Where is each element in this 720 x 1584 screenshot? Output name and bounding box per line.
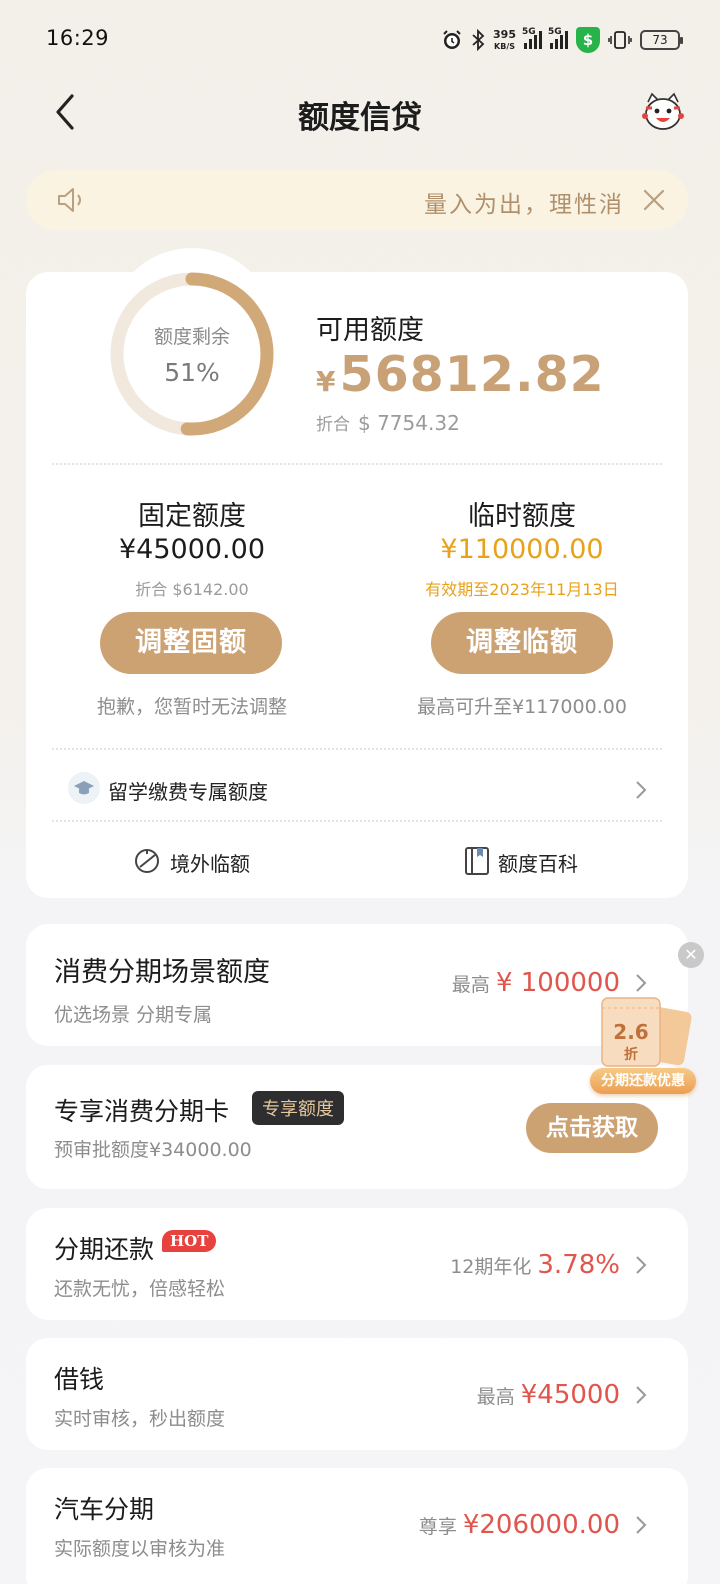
exclusive-tag: 专享额度	[252, 1091, 344, 1125]
close-notice-button[interactable]	[642, 188, 666, 212]
scene-value: ¥ 100000	[495, 968, 620, 998]
customer-service-mascot-icon[interactable]	[640, 92, 686, 134]
car-prefix: 尊享	[418, 1516, 457, 1538]
close-icon	[643, 189, 665, 211]
signal-icon-2: 5G	[548, 27, 568, 49]
chevron-right-icon	[636, 1516, 647, 1534]
speaker-icon	[56, 186, 86, 214]
borrow-prefix: 最高	[476, 1386, 515, 1408]
scene-prefix: 最高	[451, 974, 490, 996]
promo-label: 分期还款优惠	[590, 1068, 696, 1094]
divider	[52, 748, 662, 750]
wiki-label: 额度百科	[498, 852, 578, 876]
car-right: 尊享 ¥206000.00	[419, 1510, 620, 1540]
borrow-right: 最高 ¥45000	[477, 1380, 620, 1410]
equiv-prefix: 折合	[316, 415, 350, 435]
divider	[52, 463, 662, 465]
chevron-right-icon	[636, 1386, 647, 1404]
vibrate-icon	[608, 30, 632, 50]
equiv-amount: $ 7754.32	[358, 411, 460, 435]
chevron-right-icon	[636, 974, 647, 992]
borrow-value: ¥45000	[520, 1380, 620, 1410]
status-icons: 395 KB/S 5G 5G $ 73	[441, 26, 683, 54]
fixed-limit-equiv: 折合 $6142.00	[135, 580, 249, 599]
scene-sub: 优选场景 分期专属	[54, 1004, 213, 1026]
hot-badge: HOT	[162, 1230, 217, 1252]
security-shield-icon: $	[576, 27, 600, 53]
book-icon	[465, 847, 489, 875]
car-title: 汽车分期	[54, 1495, 155, 1524]
remaining-limit-ring	[110, 272, 274, 436]
ring-label: 额度剩余	[153, 326, 230, 348]
borrow-sub: 实时审核，秒出额度	[54, 1408, 226, 1430]
bluetooth-icon	[471, 29, 485, 51]
available-limit-label: 可用额度	[316, 315, 424, 346]
study-abroad-label: 留学缴费专属额度	[108, 780, 268, 804]
car-sub: 实际额度以审核为准	[54, 1538, 226, 1560]
adjust-temp-button[interactable]: 调整临额	[431, 612, 613, 674]
installment-value: 3.78%	[537, 1250, 620, 1280]
available-amount-value: 56812.82	[339, 346, 605, 403]
car-value: ¥206000.00	[462, 1510, 620, 1540]
chevron-right-icon	[636, 1256, 647, 1274]
borrow-title: 借钱	[54, 1365, 105, 1394]
graduation-cap-icon	[68, 772, 100, 804]
get-card-button[interactable]: 点击获取	[526, 1103, 658, 1153]
battery-icon: 73	[640, 30, 683, 50]
notice-text: 量入为出，理性消	[424, 192, 624, 218]
promo-discount: 2.6	[613, 1020, 649, 1044]
scene-title: 消费分期场景额度	[54, 957, 270, 988]
signal-icon: 5G	[522, 27, 542, 49]
temp-limit-validity: 有效期至2023年11月13日	[425, 580, 619, 599]
fixed-limit-title: 固定额度	[138, 501, 246, 532]
exclusive-title: 专享消费分期卡	[54, 1097, 230, 1126]
divider	[52, 820, 662, 822]
alarm-icon	[441, 29, 463, 51]
chevron-right-icon	[636, 781, 647, 799]
installment-title: 分期还款	[54, 1235, 155, 1264]
ring-percent: 51%	[164, 358, 220, 387]
available-limit-amount: ¥ 56812.82	[316, 346, 605, 403]
exclusive-sub: 预审批额度¥34000.00	[54, 1139, 252, 1161]
adjust-fixed-button[interactable]: 调整固额	[100, 612, 282, 674]
fixed-limit-amount: ¥45000.00	[118, 534, 265, 565]
overseas-label: 境外临额	[170, 852, 250, 876]
currency-symbol: ¥	[316, 365, 336, 398]
promo-unit: 折	[624, 1047, 638, 1063]
temp-limit-title: 临时额度	[468, 501, 576, 532]
signal-label: 5G	[522, 27, 536, 37]
signal-label-2: 5G	[548, 27, 562, 37]
installment-prefix: 12期年化	[450, 1256, 532, 1278]
installment-sub: 还款无忧，倍感轻松	[54, 1278, 226, 1300]
page-title: 额度信贷	[298, 100, 422, 136]
fixed-limit-note: 抱歉，您暂时无法调整	[96, 696, 287, 718]
scene-right: 最高 ¥ 100000	[452, 968, 620, 998]
net-speed-unit: KB/S	[494, 41, 515, 51]
status-time: 16:29	[46, 26, 110, 50]
temp-limit-amount: ¥110000.00	[440, 534, 604, 565]
net-speed-value: 395	[493, 27, 516, 41]
installment-right: 12期年化 3.78%	[450, 1250, 620, 1280]
available-equiv: 折合 $ 7754.32	[316, 410, 460, 435]
temp-limit-note: 最高可升至¥117000.00	[417, 696, 627, 718]
close-promo-button[interactable]: ✕	[678, 942, 704, 968]
net-speed: 395 KB/S	[493, 29, 516, 52]
overseas-icon	[135, 849, 159, 873]
